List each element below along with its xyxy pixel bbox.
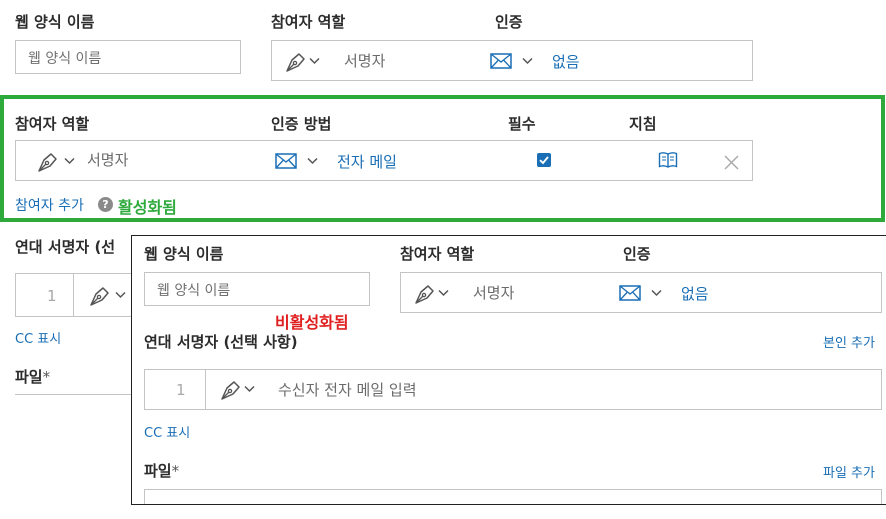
auth-label: 인증	[623, 245, 651, 263]
chevron-down-icon[interactable]	[522, 57, 533, 65]
web-form-name-label: 웹 양식 이름	[144, 245, 224, 263]
auth-value[interactable]: 없음	[552, 51, 580, 72]
chevron-down-icon[interactable]	[64, 157, 75, 165]
row-number: 1	[47, 287, 57, 305]
envelope-icon[interactable]	[490, 53, 512, 69]
add-file-link[interactable]: 파일 추가	[823, 462, 875, 481]
add-participant-link[interactable]: 참여자 추가	[15, 195, 84, 215]
required-checkbox[interactable]	[537, 153, 551, 167]
auth-method-value[interactable]: 전자 메일	[337, 151, 397, 172]
pen-nib-icon[interactable]	[413, 283, 437, 305]
file-drop-box[interactable]	[144, 489, 882, 504]
participant-role-label: 참여자 역할	[400, 245, 475, 263]
cosigner-label: 연대 서명자 (선택 사항)	[144, 333, 298, 351]
checkbox-checked-icon	[539, 156, 549, 165]
question-circle-icon[interactable]: ?	[98, 197, 113, 212]
envelope-icon[interactable]	[619, 285, 641, 301]
participant-row: 서명자 없음	[400, 272, 882, 313]
cc-show-link[interactable]: CC 표시	[144, 422, 190, 441]
file-label-text: 파일	[144, 462, 172, 480]
recipient-email-input[interactable]: 수신자 전자 메일 입력	[278, 379, 417, 400]
required-label: 필수	[508, 115, 536, 133]
file-label: 파일*	[144, 460, 179, 481]
required-mark: *	[42, 368, 51, 386]
row-number: 1	[176, 381, 186, 399]
auth-value[interactable]: 없음	[681, 283, 709, 304]
pen-nib-icon[interactable]	[36, 151, 60, 173]
participant-row: 서명자 전자 메일	[15, 140, 753, 181]
close-x-icon[interactable]	[724, 155, 739, 170]
file-box-top-edge	[15, 394, 135, 395]
activated-status-label: 활성화됨	[118, 198, 177, 217]
web-form-name-input[interactable]: 웹 양식 이름	[144, 272, 370, 306]
open-book-icon[interactable]	[658, 151, 678, 169]
inactive-form-panel: 웹 양식 이름 웹 양식 이름 참여자 역할 인증 서명자 없음 비활성화됨 연…	[131, 235, 886, 505]
deactivated-status-label: 비활성화됨	[275, 313, 349, 332]
chevron-down-icon[interactable]	[115, 291, 126, 299]
chevron-down-icon[interactable]	[307, 157, 318, 165]
cosigner-row: 1 수신자 전자 메일 입력	[144, 369, 882, 410]
web-form-name-placeholder: 웹 양식 이름	[157, 283, 231, 299]
web-form-name-input[interactable]: 웹 양식 이름	[15, 40, 241, 74]
web-form-name-label: 웹 양식 이름	[15, 13, 95, 31]
auth-label: 인증	[495, 13, 523, 31]
participant-role-value[interactable]: 서명자	[473, 282, 514, 303]
required-mark: *	[171, 462, 180, 480]
chevron-down-icon[interactable]	[438, 289, 449, 297]
chevron-down-icon[interactable]	[309, 57, 320, 65]
pen-nib-icon[interactable]	[284, 51, 308, 73]
file-label-text: 파일	[15, 368, 43, 386]
cosigner-label-partial: 연대 서명자 (선	[15, 238, 116, 256]
participant-role-label: 참여자 역할	[15, 115, 90, 133]
cosigner-row-partial: 1	[15, 273, 145, 317]
auth-method-label: 인증 방법	[271, 115, 332, 133]
envelope-icon[interactable]	[275, 153, 297, 169]
participant-role-value[interactable]: 서명자	[87, 149, 128, 170]
participant-role-value[interactable]: 서명자	[344, 50, 385, 71]
participant-row: 서명자 없음	[271, 40, 753, 81]
chevron-down-icon[interactable]	[244, 385, 255, 393]
participant-role-label: 참여자 역할	[271, 13, 346, 31]
web-form-name-placeholder: 웹 양식 이름	[28, 51, 102, 67]
add-self-link[interactable]: 본인 추가	[823, 332, 875, 351]
guide-label: 지침	[629, 115, 657, 133]
cc-show-link[interactable]: CC 표시	[15, 328, 61, 347]
file-label: 파일*	[15, 366, 50, 387]
pen-nib-icon[interactable]	[88, 285, 112, 307]
chevron-down-icon[interactable]	[651, 289, 662, 297]
pen-nib-icon[interactable]	[219, 379, 243, 401]
active-participant-panel: 참여자 역할 인증 방법 필수 지침 서명자 전자 메일 참여자 추가 ? 활성…	[0, 95, 885, 222]
